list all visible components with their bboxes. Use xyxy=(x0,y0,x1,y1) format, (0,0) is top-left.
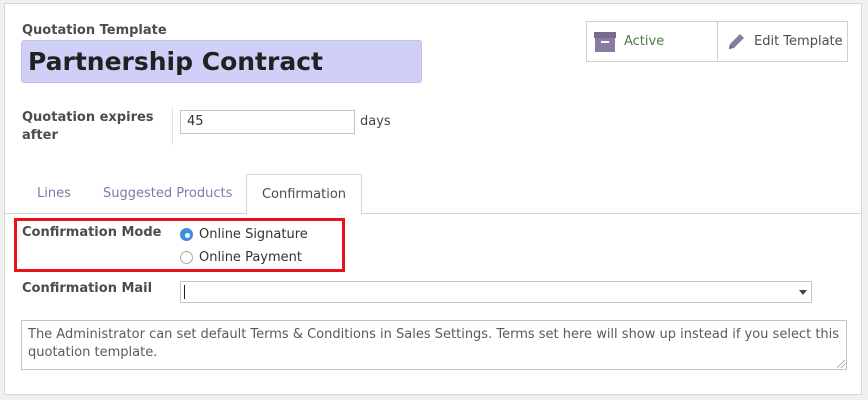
title-label: Quotation Template xyxy=(22,23,167,38)
terms-notes-textarea[interactable]: The Administrator can set default Terms … xyxy=(21,320,847,370)
active-label: Active xyxy=(624,34,665,49)
edit-template-button[interactable]: Edit Template xyxy=(718,22,847,61)
tab-suggested-products[interactable]: Suggested Products xyxy=(87,174,248,214)
pencil-icon xyxy=(726,32,746,52)
confirmation-mail-select[interactable] xyxy=(180,281,812,303)
confirmation-mail-label: Confirmation Mail xyxy=(22,281,153,296)
days-unit-label: days xyxy=(360,114,391,129)
tab-confirmation[interactable]: Confirmation xyxy=(246,174,362,215)
stat-buttons: Active Edit Template xyxy=(586,21,848,62)
resize-handle-icon[interactable] xyxy=(837,360,845,368)
text-cursor xyxy=(184,285,185,299)
archive-box-icon xyxy=(594,31,616,52)
label-divider xyxy=(172,107,173,145)
template-name-field[interactable]: Partnership Contract xyxy=(21,40,422,83)
expiry-label: Quotation expires after xyxy=(22,110,154,143)
active-toggle-button[interactable]: Active xyxy=(587,22,718,61)
edit-template-label: Edit Template xyxy=(754,34,843,49)
terms-notes-text: The Administrator can set default Terms … xyxy=(28,327,840,360)
tab-lines[interactable]: Lines xyxy=(21,174,87,214)
quotation-template-form: Quotation Template Partnership Contract … xyxy=(4,3,862,395)
highlight-box xyxy=(14,218,345,272)
expiry-days-input[interactable]: 45 xyxy=(180,110,355,134)
dropdown-arrow-icon[interactable] xyxy=(799,290,807,295)
